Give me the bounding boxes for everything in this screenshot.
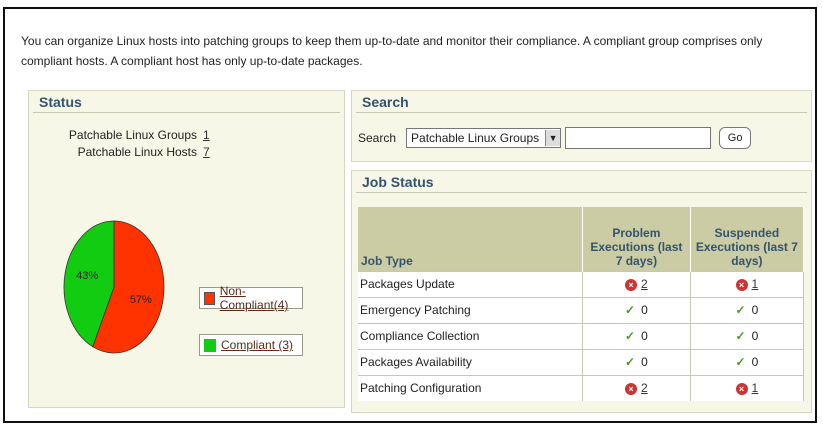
problem-count-link[interactable]: 2 (641, 277, 648, 291)
problem-count: 0 (641, 303, 648, 317)
job-type-cell: Packages Availability (358, 348, 583, 375)
table-row: Packages Availability ✓ 0 ✓ 0 (358, 348, 805, 375)
job-status-panel: Job Status Job Type Problem Executions (… (351, 170, 812, 413)
error-icon: × (735, 278, 748, 291)
problem-cell: × 2 (582, 270, 691, 297)
search-row: Search Patchable Linux Groups ▼ Go (358, 127, 752, 149)
job-type-cell: Patching Configuration (358, 374, 583, 401)
search-panel: Search Search Patchable Linux Groups ▼ G… (351, 90, 812, 162)
legend-non-compliant[interactable]: Non-Compliant(4) (199, 284, 303, 312)
compliance-pie-chart: 57% 43% (63, 220, 165, 354)
suspended-count-link[interactable]: 1 (752, 277, 759, 291)
problem-cell: ✓ 0 (582, 296, 691, 323)
non-compliant-link[interactable]: Non-Compliant(4) (220, 284, 302, 312)
check-icon: ✓ (625, 303, 636, 317)
intro-text: You can organize Linux hosts into patchi… (21, 34, 763, 68)
status-title: Status (33, 91, 340, 113)
suspended-cell: ✓ 0 (690, 348, 805, 375)
suspended-cell: × 1 (690, 270, 805, 297)
search-type-value: Patchable Linux Groups (411, 131, 540, 145)
job-type-cell: Packages Update (358, 270, 583, 297)
hosts-label: Patchable Linux Hosts (77, 145, 197, 159)
table-row: Packages Update × 2 × 1 (358, 270, 805, 297)
check-icon: ✓ (625, 355, 636, 369)
suspended-count: 0 (751, 303, 759, 317)
suspended-cell: ✓ 0 (690, 322, 805, 349)
status-panel: Status Patchable Linux Groups 1 Patchabl… (28, 90, 345, 408)
problem-cell: ✓ 0 (582, 322, 691, 349)
col-problem-executions: Problem Executions (last 7 days) (582, 207, 691, 271)
job-type-cell: Emergency Patching (358, 296, 583, 323)
search-title: Search (356, 91, 807, 113)
error-icon: × (625, 278, 638, 291)
check-icon: ✓ (735, 329, 746, 343)
table-row: Patching Configuration × 2 × 1 (358, 374, 805, 401)
hosts-link[interactable]: 7 (197, 144, 217, 161)
problem-count: 0 (641, 329, 648, 343)
problem-count-link[interactable]: 2 (641, 381, 648, 395)
suspended-count: 0 (751, 355, 759, 369)
status-summary: Patchable Linux Groups 1 Patchable Linux… (29, 127, 217, 161)
compliant-link[interactable]: Compliant (3) (221, 338, 293, 352)
search-input[interactable] (565, 127, 712, 149)
col-job-type: Job Type (358, 207, 583, 271)
job-status-title: Job Status (356, 171, 807, 193)
problem-cell: ✓ 0 (582, 348, 691, 375)
problem-count: 0 (641, 355, 648, 369)
problem-cell: × 2 (582, 374, 691, 401)
suspended-count: 0 (751, 329, 759, 343)
non-compliant-swatch (204, 291, 215, 305)
check-icon: ✓ (625, 329, 636, 343)
search-type-select[interactable]: Patchable Linux Groups ▼ (406, 128, 562, 148)
job-status-table: Job Type Problem Executions (last 7 days… (358, 207, 805, 401)
suspended-cell: ✓ 0 (690, 296, 805, 323)
job-type-cell: Compliance Collection (358, 322, 583, 349)
pie-label-non-compliant: 57% (130, 294, 152, 306)
suspended-count-link[interactable]: 1 (752, 381, 759, 395)
compliant-swatch (204, 338, 216, 352)
search-label: Search (358, 131, 397, 145)
col-suspended-executions: Suspended Executions (last 7 days) (690, 207, 805, 271)
error-icon: × (625, 382, 638, 395)
legend-compliant[interactable]: Compliant (3) (199, 334, 303, 356)
chevron-down-icon[interactable]: ▼ (545, 130, 561, 146)
groups-label: Patchable Linux Groups (68, 128, 197, 142)
table-row: Emergency Patching ✓ 0 ✓ 0 (358, 296, 805, 323)
groups-link[interactable]: 1 (197, 127, 217, 144)
go-button[interactable]: Go (719, 127, 752, 149)
table-row: Compliance Collection ✓ 0 ✓ 0 (358, 322, 805, 349)
suspended-cell: × 1 (690, 374, 805, 401)
check-icon: ✓ (735, 355, 746, 369)
pie-label-compliant: 43% (76, 270, 98, 282)
check-icon: ✓ (735, 303, 746, 317)
error-icon: × (735, 382, 748, 395)
